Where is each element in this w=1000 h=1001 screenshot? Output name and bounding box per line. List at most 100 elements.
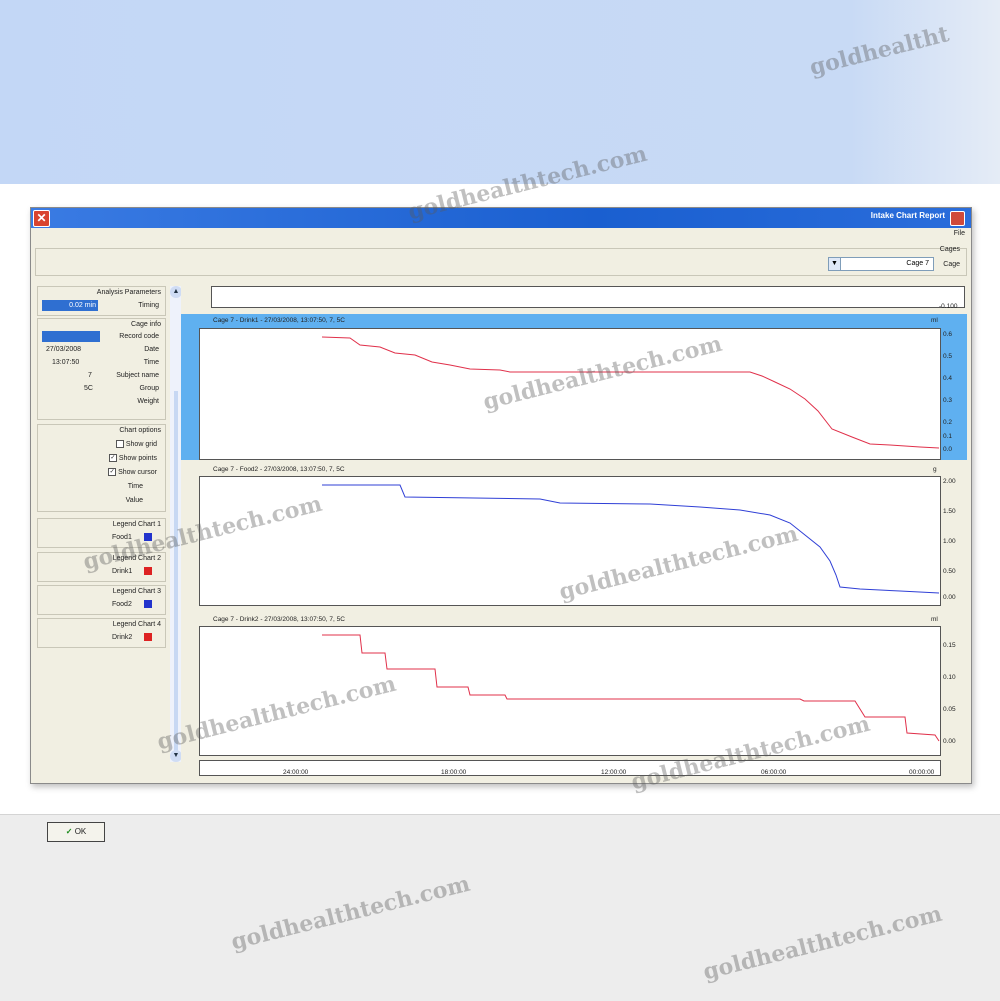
timing-label: Timing (138, 302, 159, 309)
time-tick-3: 18:00:00 (441, 769, 467, 776)
show-points-label: Show points (118, 455, 157, 462)
group-label: Group (139, 385, 159, 392)
checkmark-icon: ✓ (65, 827, 73, 836)
analysis-parameters-group: Analysis Parameters 0.02 min Timing (37, 286, 166, 316)
legend-chart-1-title: Legend Chart 1 (112, 521, 161, 528)
chart-1-tick-2: 0.4 (943, 375, 953, 382)
chart-2-tick-0: 2.00 (943, 478, 956, 485)
chart-3-line (322, 634, 940, 742)
record-code-field[interactable] (42, 331, 100, 342)
background-top-band (0, 0, 1000, 184)
cage-dropdown-value: Cage 7 (906, 260, 929, 267)
show-grid-label: Show grid (125, 441, 157, 448)
value-readout-label: Value (125, 497, 143, 504)
ok-button-label: OK (74, 827, 87, 836)
show-grid-option[interactable]: Show grid (115, 439, 157, 450)
subject-name-value: 7 (88, 372, 92, 379)
app-icon (950, 211, 965, 226)
weight-label: Weight (137, 398, 159, 405)
chart-2-line (322, 484, 940, 594)
show-grid-checkbox[interactable] (115, 440, 124, 449)
chart-3-tick-3: 0.00 (943, 738, 956, 745)
analysis-parameters-title: Analysis Parameters (96, 289, 161, 296)
legend-label-food2: Food2 (112, 601, 132, 608)
legend-swatch-food2 (144, 600, 152, 608)
cages-label: Cages (939, 246, 960, 253)
chevron-down-icon[interactable]: ▼ (829, 258, 841, 270)
legend-chart-4-group: Legend Chart 4 Drink2 (37, 618, 166, 648)
chart-1-line (321, 336, 940, 449)
chart-1-unit: ml (931, 317, 938, 324)
legend-swatch-drink1 (144, 567, 152, 575)
time-axis (199, 760, 941, 776)
show-cursor-option[interactable]: ✓ Show cursor (108, 467, 157, 478)
chart-options-title: Chart options (119, 427, 161, 434)
chart-1-tick-3: 0.3 (943, 397, 953, 404)
title-bar: ✕ Intake Chart Report (31, 208, 971, 228)
left-panel: Analysis Parameters 0.02 min Timing Cage… (37, 286, 166, 842)
chart-area: -0.100 Cage 7 - Drink1 - 27/03/2008, 13:… (181, 286, 967, 776)
chart-2-tick-1: 1.50 (943, 508, 956, 515)
toolbar: Cages Cage ▼ Cage 7 (35, 246, 967, 276)
intake-chart-report-window: ✕ Intake Chart Report File Cages Cage ▼ … (30, 207, 972, 842)
time-value: 13:07:50 (52, 359, 80, 366)
time-readout-label: Time (127, 483, 143, 490)
legend-chart-3-group: Legend Chart 3 Food2 (37, 585, 166, 615)
group-value: 5C (84, 385, 93, 392)
chart-3-tick-2: 0.05 (943, 706, 956, 713)
legend-chart-4-title: Legend Chart 4 (112, 621, 161, 628)
chart-1-tick-6: 0.0 (943, 446, 953, 453)
chart-1-tick-4: 0.2 (943, 419, 953, 426)
ok-button[interactable]: ✓ OK (47, 822, 105, 842)
chart-2-tick-4: 0.00 (943, 594, 956, 601)
window-title: Intake Chart Report (870, 211, 945, 220)
time-tick-4: 24:00:00 (283, 769, 309, 776)
chart-1-plot[interactable] (199, 328, 941, 460)
show-points-option[interactable]: ✓ Show points (108, 453, 157, 464)
menu-file[interactable]: File (954, 230, 965, 237)
chart-1-tick-5: 0.1 (943, 433, 953, 440)
record-code-label: Record code (119, 333, 159, 340)
show-cursor-label: Show cursor (118, 469, 157, 476)
time-tick-1: 06:00:00 (761, 769, 787, 776)
cage-info-title: Cage info (131, 321, 161, 328)
subject-name-label: Subject name (116, 372, 159, 379)
chart-options-group: Chart options Show grid ✓ Show points ✓ … (37, 424, 166, 512)
chart-1-tick-1: 0.5 (943, 353, 953, 360)
menu-bar: File (31, 228, 971, 242)
chart-3-plot[interactable] (199, 626, 941, 756)
chart-2-tick-2: 1.00 (943, 538, 956, 545)
top-strip-plot (211, 286, 965, 308)
legend-label-drink2: Drink2 (112, 634, 133, 641)
chart-2-plot[interactable] (199, 476, 941, 606)
chart-1-header: Cage 7 - Drink1 - 27/03/2008, 13:07:50, … (213, 317, 345, 324)
chart-2-header: Cage 7 - Food2 - 27/03/2008, 13:07:50, 7… (213, 466, 345, 473)
show-cursor-checkbox[interactable]: ✓ (108, 468, 117, 477)
legend-chart-3-title: Legend Chart 3 (112, 588, 161, 595)
chart-3-tick-1: 0.10 (943, 674, 956, 681)
chart-2-unit: g (933, 466, 937, 473)
close-icon[interactable]: ✕ (33, 210, 50, 227)
top-strip-tick: -0.100 (939, 303, 958, 310)
chart-3-tick-0: 0.15 (943, 642, 956, 649)
legend-chart-2-title: Legend Chart 2 (112, 555, 161, 562)
chart-2-tick-3: 0.50 (943, 568, 956, 575)
time-tick-2: 12:00:00 (601, 769, 627, 776)
chart-1-tick-0: 0.6 (943, 331, 953, 338)
legend-swatch-drink2 (144, 633, 152, 641)
chart-3-header: Cage 7 - Drink2 - 27/03/2008, 13:07:50, … (213, 616, 345, 623)
legend-swatch-food1 (144, 533, 152, 541)
legend-chart-1-group: Legend Chart 1 Food1 (37, 518, 166, 548)
legend-label-drink1: Drink1 (112, 568, 133, 575)
background-bottom-band (0, 814, 1000, 1001)
show-points-checkbox[interactable]: ✓ (108, 454, 117, 463)
timing-value[interactable]: 0.02 min (42, 300, 98, 311)
time-label: Time (143, 359, 159, 366)
cage-label: Cage (943, 261, 960, 268)
cage-info-group: Cage info Record code 27/03/2008 Date 13… (37, 318, 166, 420)
legend-label-food1: Food1 (112, 534, 132, 541)
time-tick-0: 00:00:00 (909, 769, 935, 776)
scroll-track[interactable] (174, 391, 178, 751)
legend-chart-2-group: Legend Chart 2 Drink1 (37, 552, 166, 582)
cage-dropdown[interactable]: ▼ Cage 7 (828, 257, 934, 271)
